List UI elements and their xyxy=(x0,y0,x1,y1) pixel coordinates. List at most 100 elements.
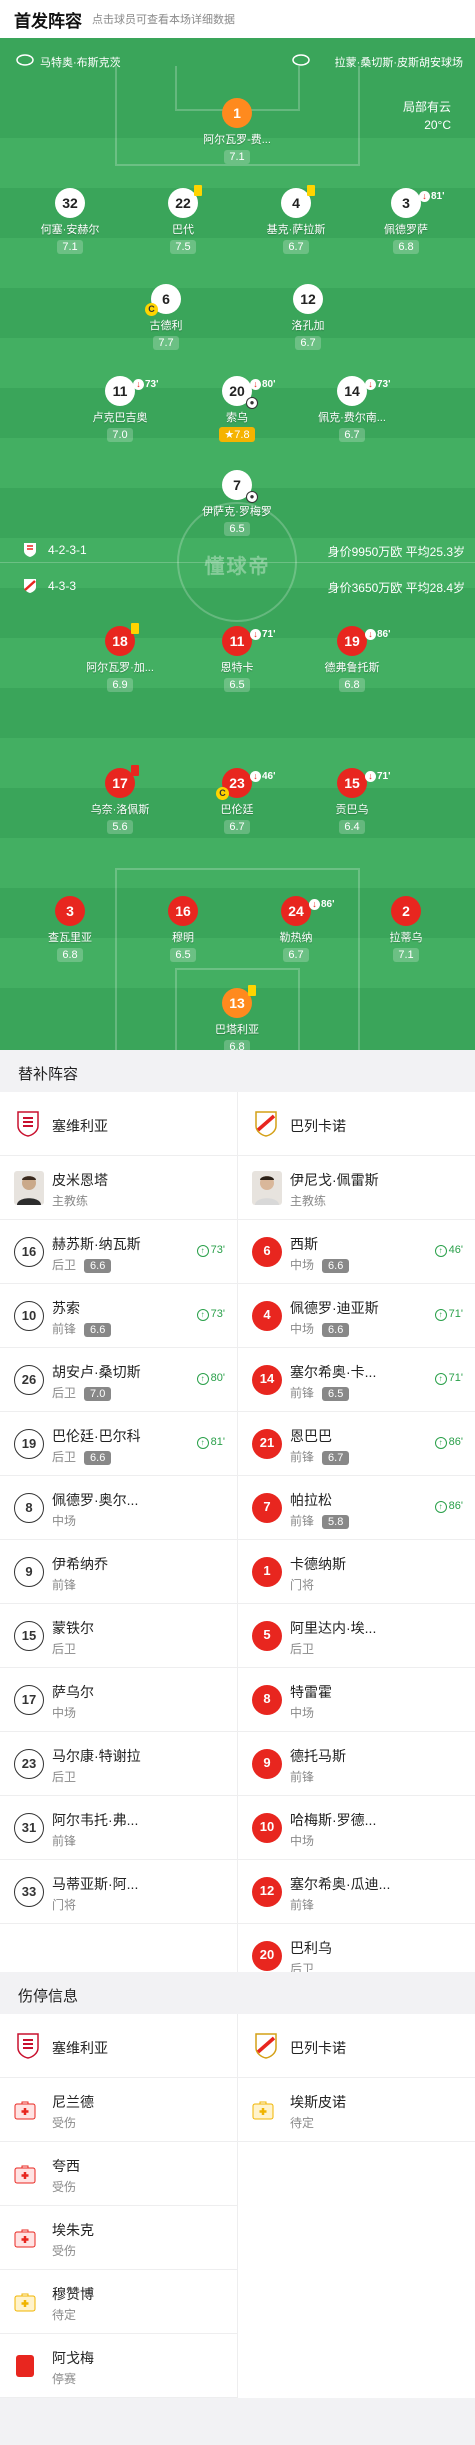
home-player-8[interactable]: 11 ↓ 73' 卢克巴吉奥 7.0 xyxy=(72,376,168,443)
home-injury-row[interactable]: 尼兰德 受伤 xyxy=(0,2078,237,2142)
home-sub-row[interactable]: 26 胡安卢·桑切斯 后卫 7.0 ↑ 80' xyxy=(0,1348,237,1412)
lineup-header: 首发阵容 点击球员可查看本场详细数据 xyxy=(0,0,475,38)
jersey-number: 13 xyxy=(222,985,256,1018)
away-sub-row[interactable]: 14 塞尔希奥·卡... 前锋 6.5 ↑ 71' xyxy=(238,1348,475,1412)
away-player-9[interactable]: 24 ↓ 86' 勒热纳 6.7 xyxy=(248,896,344,963)
away-player-8[interactable]: 16 穆明 6.5 xyxy=(135,896,231,963)
home-injury-row[interactable]: 夸西 受伤 xyxy=(0,2142,237,2206)
away-player-10[interactable]: 2 拉蒂乌 7.1 xyxy=(358,896,454,963)
jersey-number: 17 xyxy=(105,765,139,798)
home-player-3[interactable]: 22 巴代 7.5 xyxy=(135,185,231,255)
home-injury-row[interactable]: 埃朱克 受伤 xyxy=(0,2206,237,2270)
red-card-icon xyxy=(131,765,139,776)
away-formation-row: 4-3-3 身价3650万欧 平均28.4岁 xyxy=(0,574,475,598)
home-player-11[interactable]: 7 ● 伊萨克·罗梅罗 6.5 xyxy=(189,470,285,537)
goal-ball-icon: ● xyxy=(246,491,258,503)
sub-out-icon: ↓ xyxy=(419,191,430,202)
home-player-6[interactable]: 6 C 古德利 7.7 xyxy=(118,284,214,351)
home-player-4[interactable]: 4 基克·萨拉斯 6.7 xyxy=(248,185,344,255)
player-rating: 6.5 xyxy=(224,522,250,536)
away-sub-row[interactable]: 6 西斯 中场 6.6 ↑ 46' xyxy=(238,1220,475,1284)
away-sub-row[interactable]: 5 阿里达内·埃... 后卫 xyxy=(238,1604,475,1668)
home-sub-row[interactable]: 9 伊希纳乔 前锋 xyxy=(0,1540,237,1604)
jersey-number: 23 xyxy=(14,1749,44,1779)
away-sub-row[interactable]: 4 佩德罗·迪亚斯 中场 6.6 ↑ 71' xyxy=(238,1284,475,1348)
player-rating: 6.8 xyxy=(57,948,83,962)
captain-icon: C xyxy=(216,787,229,800)
away-sub-row[interactable]: 8 特雷霍 中场 xyxy=(238,1668,475,1732)
away-sub-row[interactable]: 7 帕拉松 前锋 5.8 ↑ 86' xyxy=(238,1476,475,1540)
home-player-10[interactable]: 14 ↓ 73' 佩克·费尔南... 6.7 xyxy=(304,376,400,443)
away-player-4[interactable]: 17 乌奈·洛佩斯 5.6 xyxy=(72,765,168,835)
sub-in-marker: ↑ 73' xyxy=(196,1244,225,1257)
player-rating: ★7.8 xyxy=(219,427,255,442)
home-player-7[interactable]: 12 洛孔加 6.7 xyxy=(260,284,356,351)
home-player-2[interactable]: 32 何塞·安赫尔 7.1 xyxy=(22,188,118,255)
away-player-11[interactable]: 13 巴塔利亚 6.8 xyxy=(189,985,285,1050)
home-team-row[interactable]: 塞维利亚 xyxy=(0,1092,237,1156)
away-injury-team-row[interactable]: 巴列卡诺 xyxy=(238,2014,475,2078)
away-player-5[interactable]: 23 C ↓ 46' 巴伦廷 6.7 xyxy=(189,768,285,835)
away-sub-row[interactable]: 10 哈梅斯·罗德... 中场 xyxy=(238,1796,475,1860)
sevilla-logo-icon xyxy=(17,2033,39,2059)
home-injury-team-row[interactable]: 塞维利亚 xyxy=(0,2014,237,2078)
player-rating: 6.8 xyxy=(224,1040,250,1050)
home-player-9[interactable]: 20 ● ↓ 80' 索乌 ★7.8 xyxy=(189,376,285,443)
away-player-1[interactable]: 18 阿尔瓦罗·加... 6.9 xyxy=(72,623,168,693)
home-injury-row[interactable]: 阿戈梅 停赛 xyxy=(0,2334,237,2398)
home-sub-row[interactable]: 15 蒙铁尔 后卫 xyxy=(0,1604,237,1668)
away-team-row[interactable]: 巴列卡诺 xyxy=(238,1092,475,1156)
player-name: 基克·萨拉斯 xyxy=(266,224,326,236)
away-sub-row[interactable]: 9 德托马斯 前锋 xyxy=(238,1732,475,1796)
home-sub-row[interactable]: 23 马尔康·特谢拉 后卫 xyxy=(0,1732,237,1796)
sub-out-icon: ↓ xyxy=(365,771,376,782)
player-rating: 6.5 xyxy=(170,948,196,962)
player-name: 蒙铁尔 xyxy=(52,1620,94,1636)
away-player-7[interactable]: 3 查瓦里亚 6.8 xyxy=(22,896,118,963)
player-name: 西斯 xyxy=(290,1236,318,1252)
subs-title: 替补阵容 xyxy=(0,1050,475,1092)
home-player-1[interactable]: 1 阿尔瓦罗-费... 7.1 xyxy=(189,98,285,165)
player-name: 恩特卡 xyxy=(220,662,254,674)
away-sub-row[interactable]: 21 恩巴巴 前锋 6.7 ↑ 86' xyxy=(238,1412,475,1476)
jersey-number: 8 xyxy=(14,1493,44,1523)
home-injury-row[interactable]: 穆赞博 待定 xyxy=(0,2270,237,2334)
jersey-number: 14 xyxy=(252,1365,282,1395)
away-sub-row[interactable]: 12 塞尔希奥·瓜迪... 前锋 xyxy=(238,1860,475,1924)
sub-out-icon: ↓ xyxy=(250,771,261,782)
player-name: 马蒂亚斯·阿... xyxy=(52,1876,139,1892)
home-sub-row[interactable]: 33 马蒂亚斯·阿... 门将 xyxy=(0,1860,237,1924)
jersey-number: 32 xyxy=(55,188,85,218)
lineup-subtitle: 点击球员可查看本场详细数据 xyxy=(92,14,235,26)
home-coach-row[interactable]: 皮米恩塔 主教练 xyxy=(0,1156,237,1220)
home-sub-row[interactable]: 10 苏索 前锋 6.6 ↑ 73' xyxy=(0,1284,237,1348)
sub-time: 46' xyxy=(262,771,276,782)
jersey-number: 19 ↓ 86' xyxy=(337,626,391,656)
away-sub-row[interactable]: 1 卡德纳斯 门将 xyxy=(238,1540,475,1604)
home-team-name: 塞维利亚 xyxy=(52,1118,108,1134)
player-position-line: 中场 xyxy=(52,1512,76,1529)
home-player-5[interactable]: 3 ↓ 81' 佩德罗萨 6.8 xyxy=(358,188,454,255)
away-player-3[interactable]: 19 ↓ 86' 德弗鲁托斯 6.8 xyxy=(304,626,400,693)
player-position: 后卫 xyxy=(290,1642,315,1656)
sub-time: 86' xyxy=(448,1500,463,1512)
player-position-line: 前锋 6.5 xyxy=(290,1384,350,1401)
player-rating: 7.5 xyxy=(170,240,196,254)
away-player-2[interactable]: 11 ↓ 71' 恩特卡 6.5 xyxy=(189,626,285,693)
sub-out-icon: ↓ xyxy=(250,379,261,390)
away-player-6[interactable]: 15 ↓ 71' 贡巴乌 6.4 xyxy=(304,768,400,835)
player-rating: 7.0 xyxy=(84,1387,112,1401)
player-position-line: 后卫 xyxy=(52,1640,76,1657)
player-name: 何塞·安赫尔 xyxy=(40,224,100,236)
player-rating: 6.7 xyxy=(283,240,309,254)
home-sub-row[interactable]: 17 萨乌尔 中场 xyxy=(0,1668,237,1732)
home-sub-row[interactable]: 31 阿尔韦托·弗... 前锋 xyxy=(0,1796,237,1860)
home-sub-row[interactable]: 19 巴伦廷·巴尔科 后卫 6.6 ↑ 81' xyxy=(0,1412,237,1476)
home-sub-row[interactable]: 8 佩德罗·奥尔... 中场 xyxy=(0,1476,237,1540)
red-card-icon xyxy=(16,2355,34,2377)
player-rating: 6.7 xyxy=(224,820,250,834)
injury-status: 停赛 xyxy=(52,2372,77,2386)
away-coach-row[interactable]: 伊尼戈·佩雷斯 主教练 xyxy=(238,1156,475,1220)
home-sub-row[interactable]: 16 赫苏斯·纳瓦斯 后卫 6.6 ↑ 73' xyxy=(0,1220,237,1284)
away-injury-row[interactable]: 埃斯皮诺 待定 xyxy=(238,2078,475,2142)
